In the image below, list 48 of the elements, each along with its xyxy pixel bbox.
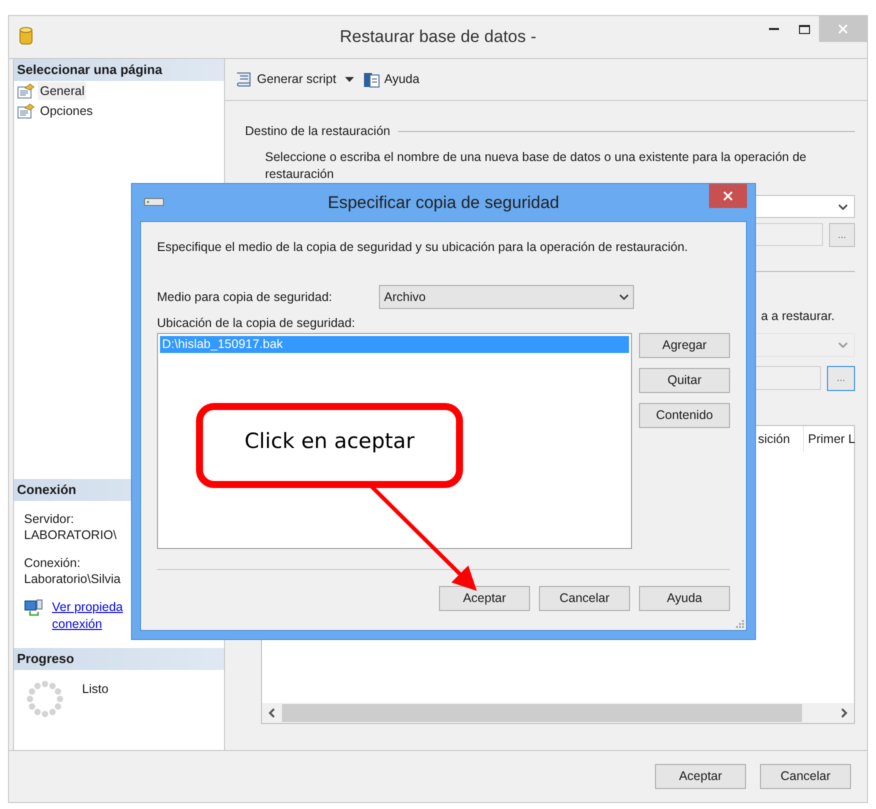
toolbar-button[interactable]: Generar script <box>233 70 338 89</box>
button[interactable]: Agregar <box>639 333 730 358</box>
chevron-down-icon <box>838 342 848 348</box>
database-icon <box>19 26 33 46</box>
connection-properties-link[interactable]: conexión <box>52 616 123 633</box>
progress-status: Listo <box>82 681 108 698</box>
close-icon[interactable] <box>709 184 747 208</box>
section-header: Progreso <box>14 648 224 670</box>
field-label: Medio para copia de seguridad: <box>157 288 334 306</box>
field-label: Ubicación de la copia de seguridad: <box>157 315 356 331</box>
drive-icon <box>144 198 164 206</box>
button[interactable]: Contenido <box>639 403 730 428</box>
dialog-intro: Especifique el medio de la copia de seguridad y su ubicación para la operación de restauración. <box>157 239 689 255</box>
dropdown-caret-icon[interactable] <box>345 77 354 82</box>
group-title: Destino de la restauración <box>245 122 390 140</box>
browse-button[interactable]: ... <box>829 223 855 247</box>
callout-box: Click en aceptar <box>196 403 463 488</box>
window-title: Restaurar base de datos - <box>340 26 536 48</box>
chevron-down-icon <box>619 294 629 300</box>
browse-button[interactable]: ... <box>827 366 855 391</box>
sidebar-item[interactable]: General <box>38 82 86 100</box>
button[interactable]: Aceptar <box>439 586 530 611</box>
toolbar-button[interactable]: Ayuda <box>362 70 420 89</box>
button[interactable]: Cancelar <box>539 586 630 611</box>
source-description: a a restaurar. <box>761 309 835 323</box>
server-label: Servidor: <box>24 511 76 527</box>
sidebar-item[interactable]: Opciones <box>38 102 95 120</box>
connection-label: Conexión: <box>24 555 82 571</box>
help-document-icon <box>363 70 382 88</box>
resize-grip-icon <box>736 620 744 628</box>
server-properties-icon <box>24 599 44 617</box>
media-dropdown[interactable]: Archivo <box>379 285 634 309</box>
page-icon <box>17 83 35 99</box>
button[interactable]: Quitar <box>639 368 730 393</box>
dialog-title: Especificar copia de seguridad <box>328 192 560 214</box>
connection-properties-link[interactable]: Ver propieda <box>52 599 123 616</box>
page-icon <box>17 103 35 119</box>
button[interactable]: Ayuda <box>639 586 730 611</box>
button[interactable]: Cancelar <box>760 764 851 789</box>
connection-value: Laboratorio\Silvia <box>24 571 122 587</box>
chevron-down-icon <box>838 204 848 210</box>
column-header[interactable]: Primer L <box>804 426 854 452</box>
button[interactable]: Aceptar <box>655 764 746 789</box>
section-header: Seleccionar una página <box>14 59 224 81</box>
spinner-icon <box>26 680 64 718</box>
horizontal-scrollbar[interactable] <box>262 703 854 723</box>
destination-description: Seleccione o escriba el nombre de una nueva base de datos o una existente para la operación de restauración <box>265 149 808 183</box>
server-value: LABORATORIO\ <box>24 527 118 543</box>
